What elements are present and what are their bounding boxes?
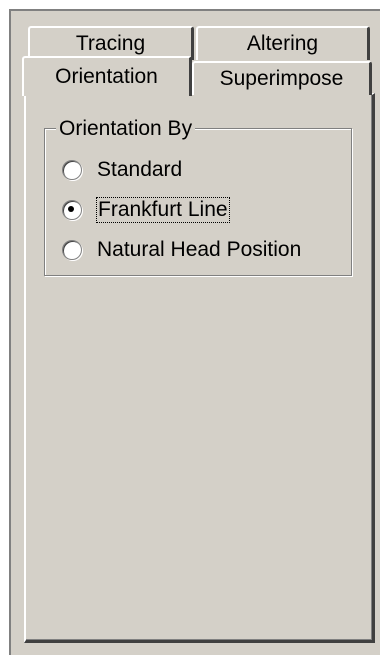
radio-natural-head-position-circle[interactable] bbox=[62, 240, 82, 260]
radio-natural-head-position[interactable]: Natural Head Position bbox=[62, 236, 301, 264]
tab-tracing[interactable]: Tracing bbox=[28, 26, 194, 60]
tab-tracing-label: Tracing bbox=[75, 32, 146, 55]
radio-standard-label: Standard bbox=[97, 158, 183, 181]
groupbox-title: Orientation By bbox=[56, 118, 196, 140]
tab-orientation[interactable]: Orientation bbox=[22, 56, 192, 96]
radio-frankfurt-line-circle[interactable] bbox=[62, 200, 82, 220]
radio-frankfurt-line-label: Frankfurt Line bbox=[96, 197, 230, 223]
tab-superimpose-label: Superimpose bbox=[219, 67, 344, 90]
radio-standard-circle[interactable] bbox=[62, 160, 82, 180]
radio-frankfurt-line[interactable]: Frankfurt Line bbox=[62, 196, 230, 224]
tab-superimpose[interactable]: Superimpose bbox=[192, 61, 372, 95]
tab-altering[interactable]: Altering bbox=[196, 26, 370, 60]
tab-altering-label: Altering bbox=[246, 32, 319, 55]
tab-orientation-label: Orientation bbox=[55, 65, 158, 88]
radio-natural-head-position-label: Natural Head Position bbox=[97, 238, 302, 261]
radio-standard[interactable]: Standard bbox=[62, 156, 182, 184]
radio-selected-dot bbox=[68, 206, 74, 212]
